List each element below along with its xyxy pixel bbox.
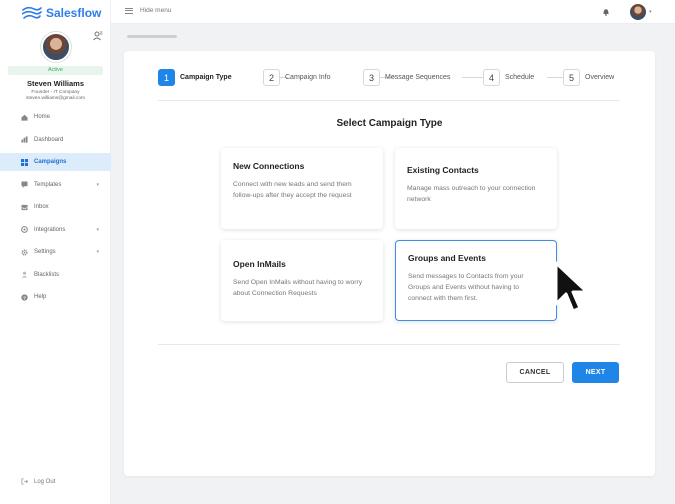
brand-name: Salesflow (46, 6, 102, 20)
step-label: Campaign Info (285, 74, 331, 81)
sidebar: Salesflow Active Steven Williams Founder… (0, 0, 111, 504)
block-icon (21, 271, 28, 278)
campaign-type-open-inmails[interactable]: Open InMails Send Open InMails without h… (221, 240, 383, 321)
user-name: Steven Williams (26, 79, 85, 88)
sidebar-item-settings[interactable]: Settings ▾ (0, 243, 111, 261)
campaign-type-groups-and-events[interactable]: Groups and Events Send messages to Conta… (395, 240, 557, 321)
sidebar-item-label: Templates (34, 181, 62, 188)
sidebar-item-templates[interactable]: Templates ▾ (0, 176, 111, 194)
user-settings-icon[interactable] (93, 31, 103, 41)
bell-icon[interactable] (602, 8, 610, 16)
svg-text:?: ? (23, 295, 26, 301)
step-schedule[interactable]: 4 Schedule (483, 69, 534, 86)
chevron-down-icon: ▾ (96, 249, 99, 255)
template-icon (21, 181, 28, 188)
sidebar-item-label: Help (34, 294, 47, 300)
hide-menu-label: Hide menu (140, 7, 172, 14)
step-connector (462, 77, 483, 78)
sidebar-item-label: Campaigns (34, 159, 67, 165)
sidebar-item-dashboard[interactable]: Dashboard (0, 131, 111, 149)
sidebar-item-inbox[interactable]: Inbox (0, 198, 111, 216)
sidebar-item-label: Dashboard (34, 136, 64, 143)
integrations-icon (21, 226, 28, 233)
chevron-down-icon[interactable]: ▾ (649, 9, 652, 15)
sidebar-item-integrations[interactable]: Integrations ▾ (0, 221, 111, 239)
help-icon: ? (21, 293, 28, 301)
logout-icon (21, 478, 28, 485)
step-number: 2 (263, 69, 280, 86)
campaign-type-title: Open InMails (233, 259, 286, 269)
step-number: 4 (483, 69, 500, 86)
campaign-type-existing-contacts[interactable]: Existing Contacts Manage mass outreach t… (395, 148, 557, 229)
sidebar-item-campaigns[interactable]: Campaigns (0, 153, 111, 171)
next-button[interactable]: NEXT (572, 362, 619, 383)
top-bar: Hide menu ▾ (111, 0, 675, 24)
step-number: 5 (563, 69, 580, 86)
inbox-icon (21, 204, 28, 210)
step-campaign-info[interactable]: 2 Campaign Info (263, 69, 331, 86)
sidebar-item-label: Blacklists (34, 271, 60, 278)
user-avatar-menu[interactable] (630, 4, 646, 20)
avatar[interactable] (40, 32, 71, 62)
user-email: steven.williams@gmail.com (26, 96, 85, 101)
step-label: Campaign Type (180, 74, 232, 81)
step-overview[interactable]: 5 Overview (563, 69, 614, 86)
page-title: Select Campaign Type (336, 118, 443, 129)
home-icon (21, 114, 28, 121)
dashboard-icon (21, 136, 28, 143)
logout-button[interactable]: Log Out (21, 478, 55, 485)
wizard-steps: 1 Campaign Type 2 Campaign Info 3 Messag… (158, 69, 621, 87)
user-role: Founder - IT Company (31, 90, 80, 95)
chevron-down-icon: ▾ (96, 181, 99, 188)
campaign-type-description: Send messages to Contacts from your Grou… (408, 273, 524, 302)
cancel-button[interactable]: CANCEL (506, 362, 564, 383)
step-message-sequences[interactable]: 3 Message Sequences (363, 69, 450, 86)
sidebar-nav: Home Dashboard Campaigns Templates ▾ Inb… (0, 108, 111, 311)
step-campaign-type[interactable]: 1 Campaign Type (158, 69, 232, 86)
step-label: Overview (585, 74, 615, 81)
sidebar-item-blacklists[interactable]: Blacklists (0, 266, 111, 284)
hide-menu-button[interactable]: Hide menu (125, 7, 171, 14)
sidebar-item-label: Settings (34, 249, 56, 255)
campaign-type-description: Connect with new leads and send them fol… (233, 181, 352, 199)
step-label: Message Sequences (385, 74, 451, 81)
campaign-type-description: Manage mass outreach to your connection … (407, 185, 536, 203)
status-badge: Active (8, 66, 103, 75)
campaign-type-title: Existing Contacts (407, 165, 479, 175)
salesflow-logo[interactable]: Salesflow (21, 6, 102, 20)
sidebar-item-label: Inbox (34, 204, 49, 210)
campaign-type-description: Send Open InMails without having to worr… (233, 279, 363, 297)
step-number: 1 (158, 69, 175, 86)
sidebar-item-help[interactable]: ? Help (0, 288, 111, 306)
sidebar-item-label: Home (34, 114, 51, 120)
campaign-type-title: Groups and Events (408, 253, 486, 263)
step-number: 3 (363, 69, 380, 86)
chevron-down-icon: ▾ (96, 226, 99, 233)
divider (158, 344, 620, 345)
step-label: Schedule (505, 74, 535, 81)
salesflow-logo-icon (21, 6, 42, 20)
campaign-type-title: New Connections (233, 161, 305, 171)
gear-icon (21, 249, 28, 255)
divider (158, 100, 620, 101)
logout-label: Log Out (34, 478, 56, 485)
sidebar-item-label: Integrations (34, 226, 66, 233)
page-progress-indicator (127, 35, 177, 38)
sidebar-item-home[interactable]: Home (0, 108, 111, 126)
grid-icon (21, 158, 28, 166)
profile-card: Active Steven Williams Founder - IT Comp… (0, 30, 111, 101)
campaign-type-new-connections[interactable]: New Connections Connect with new leads a… (221, 148, 383, 229)
hamburger-icon (125, 7, 133, 14)
mouse-cursor-icon (554, 261, 589, 313)
